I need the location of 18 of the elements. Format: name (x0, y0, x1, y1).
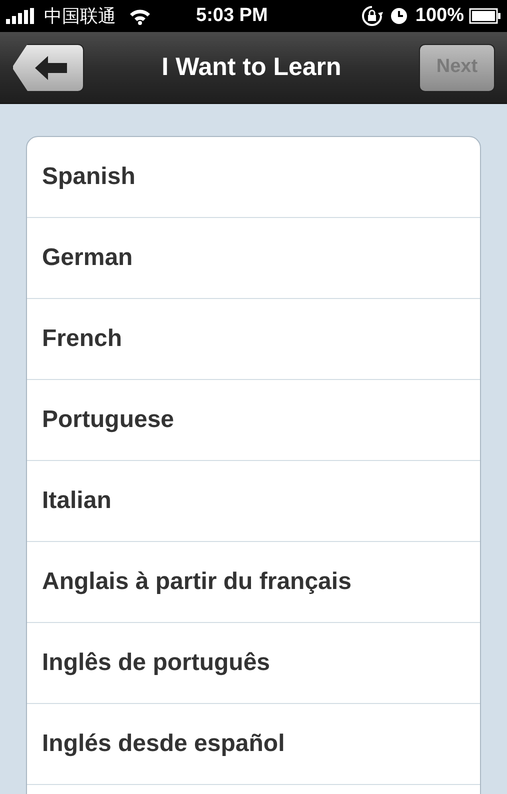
language-option[interactable]: Inglés desde español (42, 726, 285, 762)
left-arrow-icon (35, 56, 67, 80)
language-option[interactable]: French (42, 321, 122, 357)
screen-title: I Want to Learn (162, 52, 342, 83)
carrier-name: 中国联通 (44, 4, 116, 28)
wifi-icon (128, 7, 152, 25)
battery-percent: 100% (415, 4, 464, 28)
battery-icon (469, 8, 501, 24)
language-option[interactable]: Italian (42, 483, 112, 519)
rotation-lock-icon (361, 5, 384, 27)
language-option[interactable]: Portuguese (42, 402, 174, 438)
language-option[interactable]: Spanish (42, 159, 136, 195)
clock-time: 5:03 PM (196, 4, 268, 28)
language-option[interactable]: Anglais à partir du français (42, 564, 352, 600)
back-button[interactable] (12, 44, 84, 92)
alarm-icon (391, 8, 408, 24)
language-option[interactable]: German (42, 240, 133, 276)
language-option[interactable]: Inglês de português (42, 645, 270, 681)
